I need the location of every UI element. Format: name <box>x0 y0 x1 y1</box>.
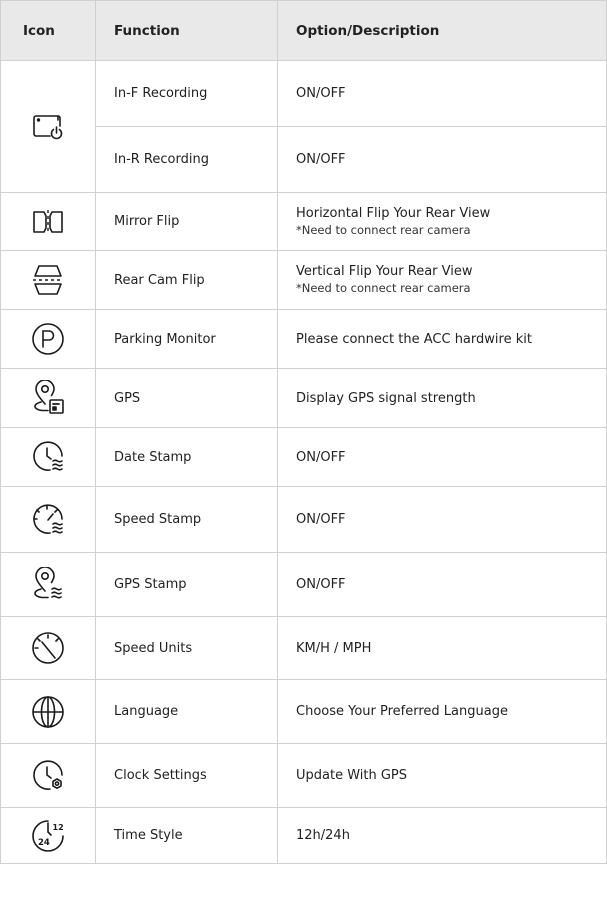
description-label: Vertical Flip Your Rear View <box>296 264 473 279</box>
header-function: Function <box>95 0 278 61</box>
function-label: Speed Stamp <box>95 486 278 553</box>
icon-cell <box>0 192 96 251</box>
description-label: ON/OFF <box>277 552 607 617</box>
table-row: GPS Stamp ON/OFF <box>0 552 607 617</box>
parking-icon <box>30 321 66 357</box>
description-label: ON/OFF <box>277 60 607 127</box>
time-style-icon-24: 24 <box>38 838 50 848</box>
header-description: Option/Description <box>277 0 607 61</box>
table-row: 24 12 Time Style 12h/24h <box>0 807 607 864</box>
rear-cam-flip-icon <box>30 262 66 298</box>
description-label: ON/OFF <box>277 126 607 193</box>
icon-cell <box>0 368 96 428</box>
table-row: Rear Cam Flip Vertical Flip Your Rear Vi… <box>0 250 607 310</box>
globe-icon <box>30 694 66 730</box>
description-label: Horizontal Flip Your Rear View <box>296 205 491 221</box>
clock-settings-icon <box>30 758 66 794</box>
table-row: Parking Monitor Please connect the ACC h… <box>0 309 607 369</box>
gps-stamp-icon <box>30 566 66 603</box>
description-label: Display GPS signal strength <box>277 368 607 428</box>
function-label: GPS Stamp <box>95 552 278 617</box>
description-label: ON/OFF <box>277 486 607 553</box>
description-label: Choose Your Preferred Language <box>277 679 607 744</box>
header-icon: Icon <box>0 0 96 61</box>
table-header-row: Icon Function Option/Description <box>0 0 607 61</box>
function-label: Date Stamp <box>95 427 278 487</box>
table-row: Language Choose Your Preferred Language <box>0 679 607 744</box>
function-label: Clock Settings <box>95 743 278 808</box>
table-row: In-F Recording ON/OFF <box>0 60 607 193</box>
icon-cell: 24 12 <box>0 807 96 864</box>
function-label: GPS <box>95 368 278 428</box>
gps-signal-icon <box>30 380 66 416</box>
table-row: Speed Stamp ON/OFF <box>0 486 607 553</box>
description-note: *Need to connect rear camera <box>296 281 471 295</box>
icon-cell <box>0 616 96 680</box>
function-label: In-F Recording <box>95 60 278 127</box>
icon-cell <box>0 679 96 744</box>
settings-table: Icon Function Option/Description In-F Re… <box>0 0 607 864</box>
recording-power-icon <box>30 109 66 145</box>
function-label: Language <box>95 679 278 744</box>
function-label: Parking Monitor <box>95 309 278 369</box>
table-row: Date Stamp ON/OFF <box>0 427 607 487</box>
icon-cell <box>0 250 96 310</box>
table-row: GPS Display GPS signal strength <box>0 368 607 428</box>
description-cell: Vertical Flip Your Rear View *Need to co… <box>277 250 607 310</box>
function-label: In-R Recording <box>95 126 278 193</box>
function-label: Time Style <box>95 807 278 864</box>
description-label: Please connect the ACC hardwire kit <box>277 309 607 369</box>
speedometer-icon <box>30 630 66 666</box>
function-label: Mirror Flip <box>95 192 278 251</box>
table-row: Mirror Flip Horizontal Flip Your Rear Vi… <box>0 192 607 251</box>
mirror-flip-icon <box>30 204 66 240</box>
icon-cell <box>0 309 96 369</box>
description-label: ON/OFF <box>277 427 607 487</box>
time-style-icon-12: 12 <box>53 823 64 832</box>
description-label: 12h/24h <box>277 807 607 864</box>
description-cell: Horizontal Flip Your Rear View *Need to … <box>277 192 607 251</box>
icon-cell <box>0 486 96 553</box>
table-row: Speed Units KM/H / MPH <box>0 616 607 680</box>
description-label: Update With GPS <box>277 743 607 808</box>
speed-stamp-icon <box>30 502 66 538</box>
icon-cell <box>0 552 96 617</box>
function-label: Speed Units <box>95 616 278 680</box>
icon-cell <box>0 743 96 808</box>
function-label: Rear Cam Flip <box>95 250 278 310</box>
time-style-icon: 24 12 <box>30 818 66 854</box>
icon-cell <box>0 60 96 193</box>
description-label: KM/H / MPH <box>277 616 607 680</box>
table-row: Clock Settings Update With GPS <box>0 743 607 808</box>
icon-cell <box>0 427 96 487</box>
date-stamp-icon <box>30 439 66 475</box>
description-note: *Need to connect rear camera <box>296 222 471 237</box>
